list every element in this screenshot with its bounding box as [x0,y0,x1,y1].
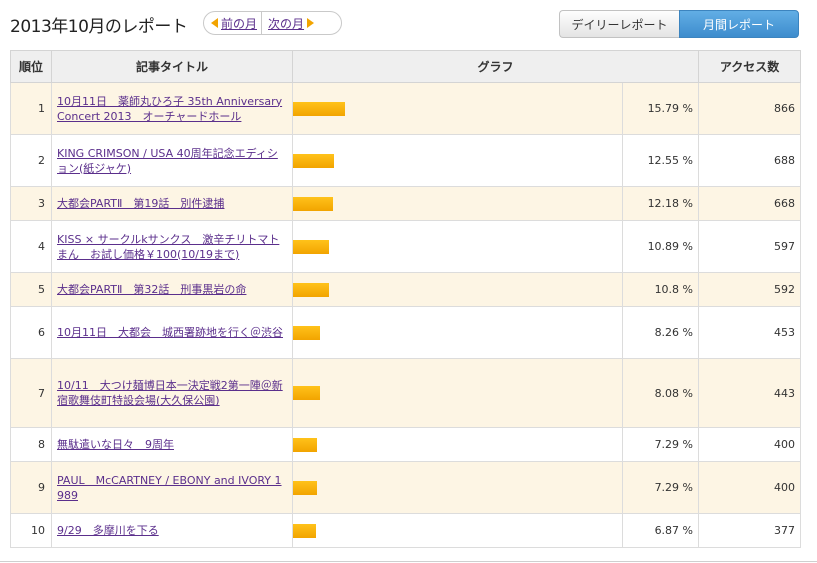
article-title-link[interactable]: KISS × サークルkサンクス 激辛チリトマトまん お試し価格￥100(10/… [57,233,279,261]
rank-cell: 2 [10,134,52,187]
page-title: 2013年10月のレポート [10,17,188,37]
graph-cell [292,82,623,135]
graph-cell [292,461,623,514]
percent-cell: 12.18 % [621,186,700,221]
rank-cell: 7 [10,358,52,428]
prev-month-link[interactable]: 前の月 [221,15,257,32]
table-row: 5 大都会PARTⅡ 第32話 刑事黒岩の命 10.8 % 592 [10,272,802,307]
access-bar [293,386,320,400]
table-row: 2 KING CRIMSON / USA 40周年記念エディション(紙ジャケ) 12… [10,134,802,187]
access-ranking-table: 順位 記事タイトル グラフ アクセス数 1 10月11日 薬師丸ひろ子 35th … [10,50,802,548]
month-pager: 前の月 次の月 [203,11,342,35]
table-row: 3 大都会PARTⅡ 第19話 別件逮捕 12.18 % 668 [10,186,802,221]
access-count-cell: 377 [698,513,802,548]
graph-cell [292,272,623,307]
article-title-link[interactable]: 10月11日 大都会 城西署跡地を行く＠渋谷 [57,326,283,339]
header-rank: 順位 [10,50,52,83]
percent-cell: 7.29 % [621,461,700,514]
access-count-cell: 668 [698,186,802,221]
access-count-cell: 866 [698,82,802,135]
percent-cell: 8.08 % [621,358,700,428]
rank-cell: 4 [10,220,52,273]
graph-cell [292,220,623,273]
rank-cell: 3 [10,186,52,221]
article-title-cell: 10/11 大つけ麺博日本一決定戦2第一陣＠新宿歌舞伎町特設会場(大久保公園) [51,358,293,428]
access-bar [293,325,320,340]
rank-cell: 5 [10,272,52,307]
article-title-link[interactable]: 9/29 多摩川を下る [57,524,159,537]
access-count-cell: 597 [698,220,802,273]
header-graph: グラフ [291,50,700,83]
access-bar [293,523,316,538]
rank-cell: 6 [10,306,52,359]
divider [0,561,817,562]
article-title-cell: 10月11日 薬師丸ひろ子 35th Anniversary Concert 2… [51,82,293,135]
percent-cell: 7.29 % [621,427,700,462]
access-count-cell: 592 [698,272,802,307]
access-count-cell: 688 [698,134,802,187]
prev-month-button[interactable]: 前の月 [204,12,263,34]
graph-cell [292,306,623,359]
article-title-cell: 9/29 多摩川を下る [51,513,293,548]
article-title-link[interactable]: 大都会PARTⅡ 第19話 別件逮捕 [57,197,224,210]
article-title-link[interactable]: 無駄遣いな日々 9周年 [57,438,174,451]
percent-cell: 15.79 % [621,82,700,135]
table-row: 10 9/29 多摩川を下る 6.87 % 377 [10,513,802,548]
report-tabs: デイリーレポート 月間レポート [559,10,799,38]
table-row: 1 10月11日 薬師丸ひろ子 35th Anniversary Concert … [10,82,802,135]
access-bar [293,101,345,116]
article-title-link[interactable]: 10月11日 薬師丸ひろ子 35th Anniversary Concert 2… [57,95,282,123]
header-article-title: 記事タイトル [51,50,293,83]
rank-cell: 1 [10,82,52,135]
access-bar [293,437,317,452]
article-title-cell: PAUL McCARTNEY / EBONY and IVORY 1989 [51,461,293,514]
table-row: 9 PAUL McCARTNEY / EBONY and IVORY 1989 7.… [10,461,802,514]
access-bar [293,239,329,254]
article-title-link[interactable]: 10/11 大つけ麺博日本一決定戦2第一陣＠新宿歌舞伎町特設会場(大久保公園) [57,379,283,407]
percent-cell: 10.89 % [621,220,700,273]
access-bar [293,153,334,168]
access-bar [293,282,329,297]
access-bar [293,480,317,495]
graph-cell [292,513,623,548]
table-header-row: 順位 記事タイトル グラフ アクセス数 [10,50,802,83]
article-title-cell: 大都会PARTⅡ 第32話 刑事黒岩の命 [51,272,293,307]
percent-cell: 6.87 % [621,513,700,548]
access-count-cell: 400 [698,427,802,462]
graph-cell [292,186,623,221]
article-title-cell: 大都会PARTⅡ 第19話 別件逮捕 [51,186,293,221]
rank-cell: 10 [10,513,52,548]
article-title-cell: KISS × サークルkサンクス 激辛チリトマトまん お試し価格￥100(10/… [51,220,293,273]
rank-cell: 9 [10,461,52,514]
graph-cell [292,427,623,462]
table-row: 4 KISS × サークルkサンクス 激辛チリトマトまん お試し価格￥100(10… [10,220,802,273]
access-count-cell: 400 [698,461,802,514]
article-title-cell: 無駄遣いな日々 9周年 [51,427,293,462]
graph-cell [292,358,623,428]
article-title-link[interactable]: 大都会PARTⅡ 第32話 刑事黒岩の命 [57,283,246,296]
article-title-link[interactable]: KING CRIMSON / USA 40周年記念エディション(紙ジャケ) [57,147,278,175]
access-count-cell: 443 [698,358,802,428]
percent-cell: 8.26 % [621,306,700,359]
arrow-right-icon [307,18,315,28]
article-title-cell: 10月11日 大都会 城西署跡地を行く＠渋谷 [51,306,293,359]
table-row: 6 10月11日 大都会 城西署跡地を行く＠渋谷 8.26 % 453 [10,306,802,359]
next-month-link[interactable]: 次の月 [268,15,304,32]
next-month-button[interactable]: 次の月 [262,12,318,34]
access-bar [293,196,333,211]
header-access-count: アクセス数 [698,50,802,83]
percent-cell: 12.55 % [621,134,700,187]
graph-cell [292,134,623,187]
tab-daily-report[interactable]: デイリーレポート [559,10,679,38]
percent-cell: 10.8 % [621,272,700,307]
arrow-left-icon [211,18,218,28]
article-title-cell: KING CRIMSON / USA 40周年記念エディション(紙ジャケ) [51,134,293,187]
table-row: 8 無駄遣いな日々 9周年 7.29 % 400 [10,427,802,462]
tab-monthly-report[interactable]: 月間レポート [679,10,799,38]
access-count-cell: 453 [698,306,802,359]
article-title-link[interactable]: PAUL McCARTNEY / EBONY and IVORY 1989 [57,474,282,502]
table-row: 7 10/11 大つけ麺博日本一決定戦2第一陣＠新宿歌舞伎町特設会場(大久保公園)… [10,358,802,428]
rank-cell: 8 [10,427,52,462]
